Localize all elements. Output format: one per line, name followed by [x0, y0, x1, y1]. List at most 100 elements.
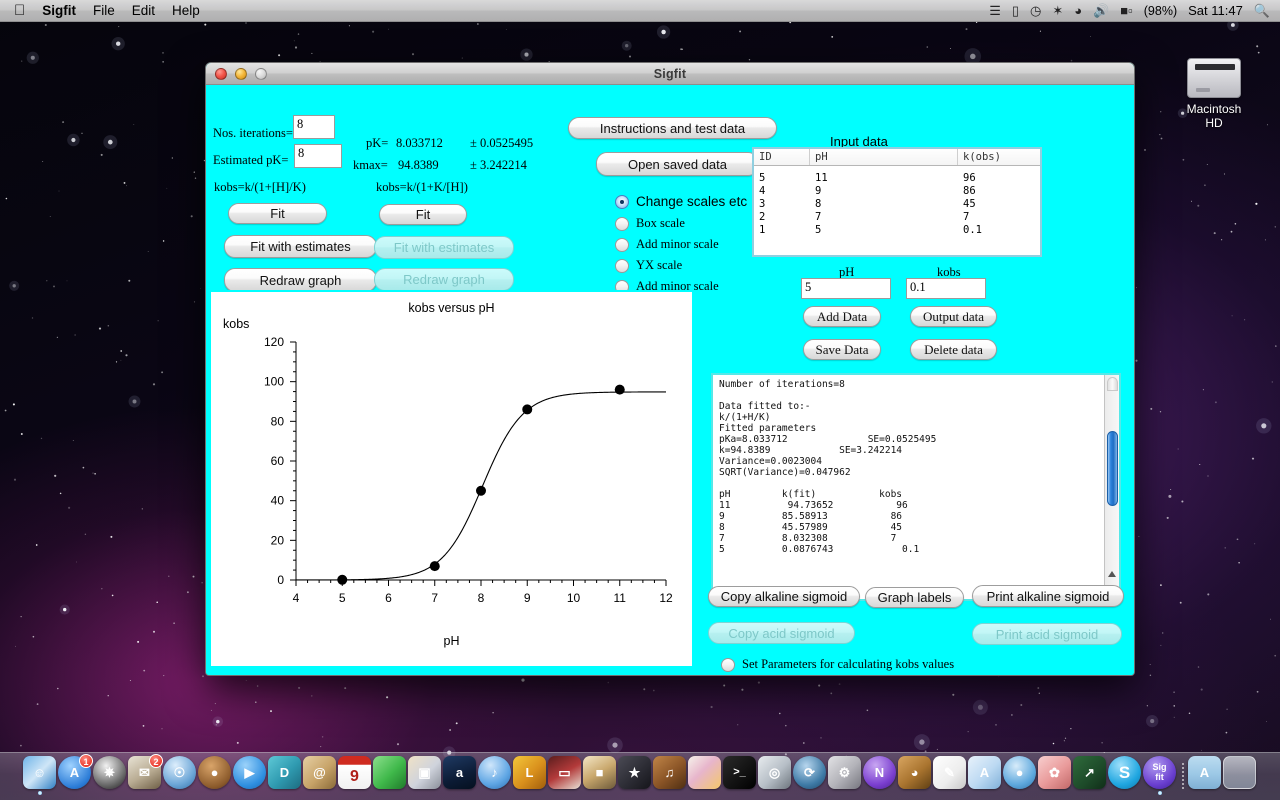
- finder-icon[interactable]: ☺: [23, 756, 56, 789]
- dock-item-nvu[interactable]: N: [863, 756, 897, 796]
- dock-item-preview-cube[interactable]: [373, 756, 407, 796]
- dock-item-app-store[interactable]: A 1: [58, 756, 92, 796]
- dock-item-openoffice[interactable]: ●: [1003, 756, 1037, 796]
- preview-cube-icon[interactable]: [373, 756, 406, 789]
- dock-item-sigfit[interactable]: Sigfit: [1143, 756, 1177, 796]
- radio-add-minor-scale-1[interactable]: Add minor scale: [615, 237, 719, 252]
- window-titlebar[interactable]: Sigfit: [206, 63, 1134, 85]
- dock-item-pages[interactable]: [688, 756, 722, 796]
- save-data-button[interactable]: Save Data: [803, 339, 881, 360]
- dock-item-safari-compass[interactable]: ✵: [93, 756, 127, 796]
- dock-item-app-doc[interactable]: A: [968, 756, 1002, 796]
- openoffice-icon[interactable]: ●: [1003, 756, 1036, 789]
- terminal-icon[interactable]: >_: [723, 756, 756, 789]
- sigfit-icon[interactable]: Sigfit: [1143, 756, 1176, 789]
- estimated-pk-input[interactable]: 8: [294, 144, 342, 168]
- apple-icon[interactable]: : [14, 3, 25, 18]
- dock-item-camera-app[interactable]: ◎: [758, 756, 792, 796]
- radio-yx-scale[interactable]: YX scale: [615, 258, 682, 273]
- safari-compass-icon[interactable]: ✵: [93, 756, 126, 789]
- table-row[interactable]: 1 5 0.1: [754, 224, 1040, 237]
- dock-item-facetime[interactable]: ▶: [233, 756, 267, 796]
- table-row[interactable]: 5 11 96: [754, 172, 1040, 185]
- nvu-icon[interactable]: N: [863, 756, 896, 789]
- dock-item-photo-booth[interactable]: ●: [198, 756, 232, 796]
- dock-item-safari[interactable]: ☉: [163, 756, 197, 796]
- dock-item-grapher[interactable]: ↗: [1073, 756, 1107, 796]
- dock-item-terminal[interactable]: >_: [723, 756, 757, 796]
- text-input-icon[interactable]: ☰: [989, 4, 1001, 17]
- results-textarea[interactable]: Number of iterations=8 Data fitted to:- …: [711, 373, 1121, 601]
- dock-item-keynote[interactable]: ▭: [548, 756, 582, 796]
- menu-item-sigfit[interactable]: Sigfit: [42, 3, 76, 18]
- itunes-icon[interactable]: ♪: [478, 756, 511, 789]
- dock-item-logo-creator[interactable]: L: [513, 756, 547, 796]
- desktop-icon-macintosh-hd[interactable]: Macintosh HD: [1178, 58, 1250, 130]
- dock-item-applications-folder[interactable]: A: [1188, 756, 1222, 796]
- radio-change-scales[interactable]: Change scales etc: [615, 194, 747, 209]
- display-icon[interactable]: ▯: [1012, 4, 1019, 17]
- redraw-graph-button-left[interactable]: Redraw graph: [224, 268, 377, 292]
- calendar-icon[interactable]: 9: [338, 756, 371, 789]
- app-doc-icon[interactable]: A: [968, 756, 1001, 789]
- dock-item-text-editor[interactable]: ✎: [933, 756, 967, 796]
- output-data-button[interactable]: Output data: [910, 306, 997, 327]
- ph-input[interactable]: 5: [801, 278, 891, 299]
- add-data-button[interactable]: Add Data: [803, 306, 881, 327]
- input-data-table[interactable]: ID pH k(obs) 5 11 96 4 9 86 3 8 45: [752, 147, 1042, 257]
- camera-app-icon[interactable]: ◎: [758, 756, 791, 789]
- volume-icon[interactable]: 🔊: [1093, 4, 1109, 17]
- print-alkaline-sigmoid-button[interactable]: Print alkaline sigmoid: [972, 585, 1124, 607]
- paint-rabbit-icon[interactable]: ✿: [1038, 756, 1071, 789]
- dock-item-amazon[interactable]: a: [443, 756, 477, 796]
- dock-item-time-machine[interactable]: ⟳: [793, 756, 827, 796]
- dock-item-finder[interactable]: ☺: [23, 756, 57, 796]
- photo-booth-icon[interactable]: ●: [198, 756, 231, 789]
- table-row[interactable]: 2 7 7: [754, 211, 1040, 224]
- pages-icon[interactable]: [688, 756, 721, 789]
- amazon-icon[interactable]: a: [443, 756, 476, 789]
- instructions-and-test-data-button[interactable]: Instructions and test data: [568, 117, 777, 139]
- table-row[interactable]: 3 8 45: [754, 198, 1040, 211]
- spotlight-search-icon[interactable]: 🔍: [1254, 4, 1270, 17]
- fit-button-left[interactable]: Fit: [228, 203, 327, 224]
- system-preferences-icon[interactable]: ⚙: [828, 756, 861, 789]
- menu-item-file[interactable]: File: [93, 3, 115, 18]
- bluetooth-icon[interactable]: ✶: [1052, 4, 1063, 17]
- table-row[interactable]: 4 9 86: [754, 185, 1040, 198]
- timemachine-icon[interactable]: ◷: [1030, 4, 1041, 17]
- time-machine-icon[interactable]: ⟳: [793, 756, 826, 789]
- radio-set-parameters[interactable]: Set Parameters for calculating kobs valu…: [721, 657, 954, 672]
- facetime-icon[interactable]: ▶: [233, 756, 266, 789]
- logo-creator-icon[interactable]: L: [513, 756, 546, 789]
- dock-item-garageband[interactable]: ♫: [653, 756, 687, 796]
- sherlock-dog-icon[interactable]: ◕: [898, 756, 931, 789]
- dock-item-mail[interactable]: ✉ 2: [128, 756, 162, 796]
- scrollbar-thumb[interactable]: [1107, 431, 1118, 506]
- menu-item-edit[interactable]: Edit: [132, 3, 155, 18]
- dock-item-iphoto[interactable]: ▣: [408, 756, 442, 796]
- delete-data-button[interactable]: Delete data: [910, 339, 997, 360]
- address-book-icon[interactable]: @: [303, 756, 336, 789]
- applications-folder-icon[interactable]: A: [1188, 756, 1221, 789]
- text-editor-icon[interactable]: ✎: [933, 756, 966, 789]
- copy-alkaline-sigmoid-button[interactable]: Copy alkaline sigmoid: [708, 586, 860, 607]
- radio-box-scale[interactable]: Box scale: [615, 216, 685, 231]
- dock-item-calendar[interactable]: 9: [338, 756, 372, 796]
- battery-icon[interactable]: ■▫: [1120, 4, 1132, 17]
- open-saved-data-button[interactable]: Open saved data: [596, 152, 759, 176]
- iterations-input[interactable]: 8: [293, 115, 335, 139]
- skype-icon[interactable]: S: [1108, 756, 1141, 789]
- iphoto-icon[interactable]: ▣: [408, 756, 441, 789]
- dock-item-system-preferences[interactable]: ⚙: [828, 756, 862, 796]
- kobs-input[interactable]: 0.1: [906, 278, 986, 299]
- graph-labels-button[interactable]: Graph labels: [865, 587, 964, 608]
- imovie-icon[interactable]: ★: [618, 756, 651, 789]
- safari-icon[interactable]: ☉: [163, 756, 196, 789]
- keynote-icon[interactable]: ▭: [548, 756, 581, 789]
- wifi-icon[interactable]: ◕: [1074, 4, 1082, 17]
- dock-item-dymo[interactable]: D: [268, 756, 302, 796]
- dock-item-image-capture[interactable]: ■: [583, 756, 617, 796]
- dock-item-address-book[interactable]: @: [303, 756, 337, 796]
- dock-item-imovie[interactable]: ★: [618, 756, 652, 796]
